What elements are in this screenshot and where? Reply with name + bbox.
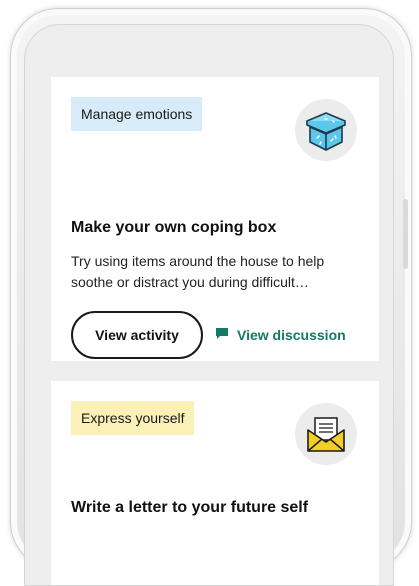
view-activity-button[interactable]: View activity: [71, 311, 203, 359]
speech-bubble-icon: [215, 327, 229, 343]
view-discussion-link[interactable]: View discussion: [215, 327, 346, 343]
coping-box-icon: [295, 99, 357, 161]
phone-screen: Manage emotions Make your own coping box…: [24, 24, 394, 586]
activity-title: Make your own coping box: [71, 219, 277, 236]
category-tag: Manage emotions: [71, 97, 203, 131]
activity-title: Write a letter to your future self: [71, 499, 309, 516]
activity-card-letter: Express yourself Write a letter to your …: [51, 381, 379, 585]
view-discussion-label: View discussion: [237, 327, 346, 343]
category-tag: Express yourself: [71, 401, 195, 435]
activity-card-coping-box: Manage emotions Make your own coping box…: [51, 77, 379, 361]
activity-description: Try using items around the house to help…: [71, 253, 325, 290]
phone-side-button: [403, 199, 408, 269]
envelope-letter-icon: [295, 403, 357, 465]
